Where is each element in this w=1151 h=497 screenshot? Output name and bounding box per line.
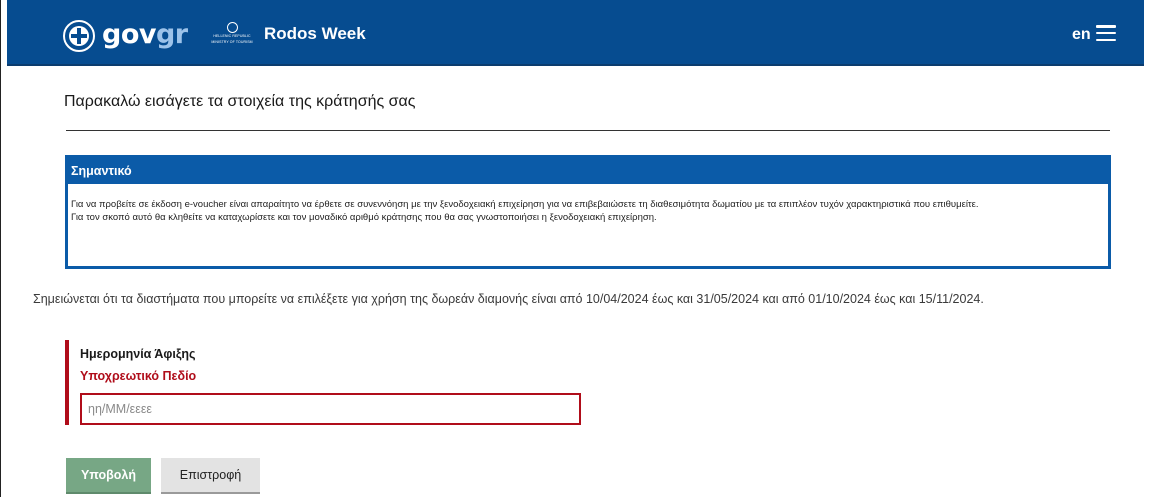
page-title: Παρακαλώ εισάγετε τα στοιχεία της κράτησ… bbox=[64, 93, 416, 110]
error-indicator-bar bbox=[65, 340, 69, 425]
required-field-error: Υποχρεωτικό Πεδίο bbox=[80, 369, 197, 383]
ministry-line-2: MINISTRY OF TOURISM bbox=[211, 39, 253, 44]
govgr-logo[interactable]: govgr bbox=[63, 20, 188, 52]
back-button[interactable]: Επιστροφή bbox=[161, 458, 260, 494]
ministry-of-tourism-logo: HELLENIC REPUBLIC MINISTRY OF TOURISM bbox=[211, 22, 253, 48]
app-title: Rodos Week bbox=[264, 24, 366, 43]
title-divider bbox=[66, 130, 1110, 131]
notice-paragraph: Για τον σκοπό αυτό θα κληθείτε να καταχω… bbox=[71, 212, 657, 223]
arrival-date-input[interactable] bbox=[80, 393, 581, 425]
ministry-emblem-icon bbox=[226, 22, 238, 33]
top-header: govgr HELLENIC REPUBLIC MINISTRY OF TOUR… bbox=[7, 0, 1144, 66]
ministry-line-1: HELLENIC REPUBLIC bbox=[213, 34, 251, 38]
language-switch[interactable]: en bbox=[1072, 26, 1091, 44]
notice-body: Για να προβείτε σε έκδοση e-voucher είνα… bbox=[68, 184, 1108, 224]
notice-heading: Σημαντικό bbox=[68, 158, 1108, 184]
arrival-date-label: Ημερομηνία Άφιξης bbox=[80, 347, 196, 361]
hamburger-menu-icon[interactable] bbox=[1096, 25, 1116, 41]
important-notice: Σημαντικό Για να προβείτε σε έκδοση e-vo… bbox=[65, 155, 1111, 269]
greek-seal-icon bbox=[63, 20, 95, 52]
notice-paragraph: Για να προβείτε σε έκδοση e-voucher είνα… bbox=[71, 199, 979, 210]
date-ranges-note: Σημειώνεται ότι τα διαστήματα που μπορεί… bbox=[33, 292, 984, 306]
submit-button[interactable]: Υποβολή bbox=[66, 458, 151, 494]
govgr-wordmark: govgr bbox=[102, 18, 188, 50]
